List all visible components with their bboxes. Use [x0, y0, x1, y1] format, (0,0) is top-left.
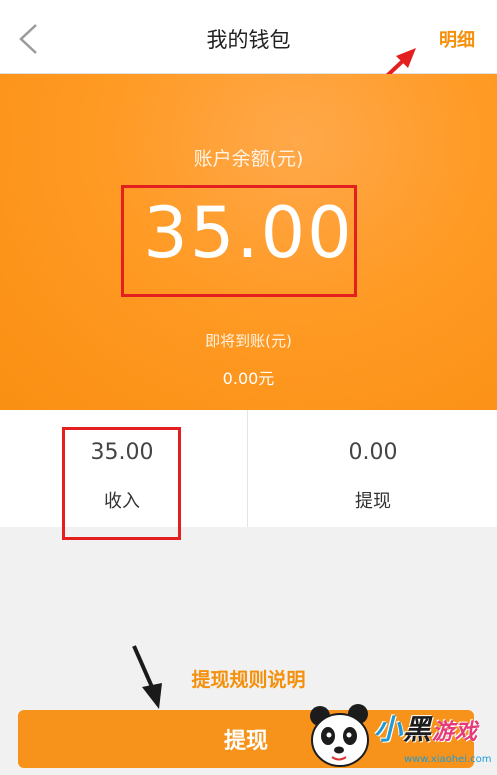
page-title: 我的钱包	[206, 28, 291, 52]
withdraw-value: 0.00	[348, 440, 398, 465]
pending-value: 0.00元	[222, 369, 275, 388]
detail-link[interactable]: 明细	[439, 26, 475, 52]
app-header: 我的钱包 明细	[0, 0, 497, 88]
stats-row: 35.00 收入 0.00 提现	[0, 410, 497, 540]
balance-label: 账户余额(元)	[193, 148, 304, 170]
stat-withdraw[interactable]: 0.00 提现	[249, 410, 497, 527]
watermark-url: www.xiaohei.com	[404, 754, 492, 765]
stats-divider	[247, 410, 248, 527]
watermark-title: 小黑游戏	[374, 713, 479, 746]
pending-label: 即将到账(元)	[205, 332, 292, 350]
balance-panel: 账户余额(元) 35.00 即将到账(元) 0.00元	[0, 74, 497, 410]
balance-value: 35.00	[143, 192, 354, 274]
income-highlight-box	[62, 427, 181, 540]
withdraw-rules-link[interactable]: 提现规则说明	[0, 665, 497, 692]
panda-logo-icon	[310, 704, 369, 767]
withdraw-label: 提现	[355, 491, 391, 512]
watermark: 小黑游戏 www.xiaohei.com	[304, 700, 494, 772]
